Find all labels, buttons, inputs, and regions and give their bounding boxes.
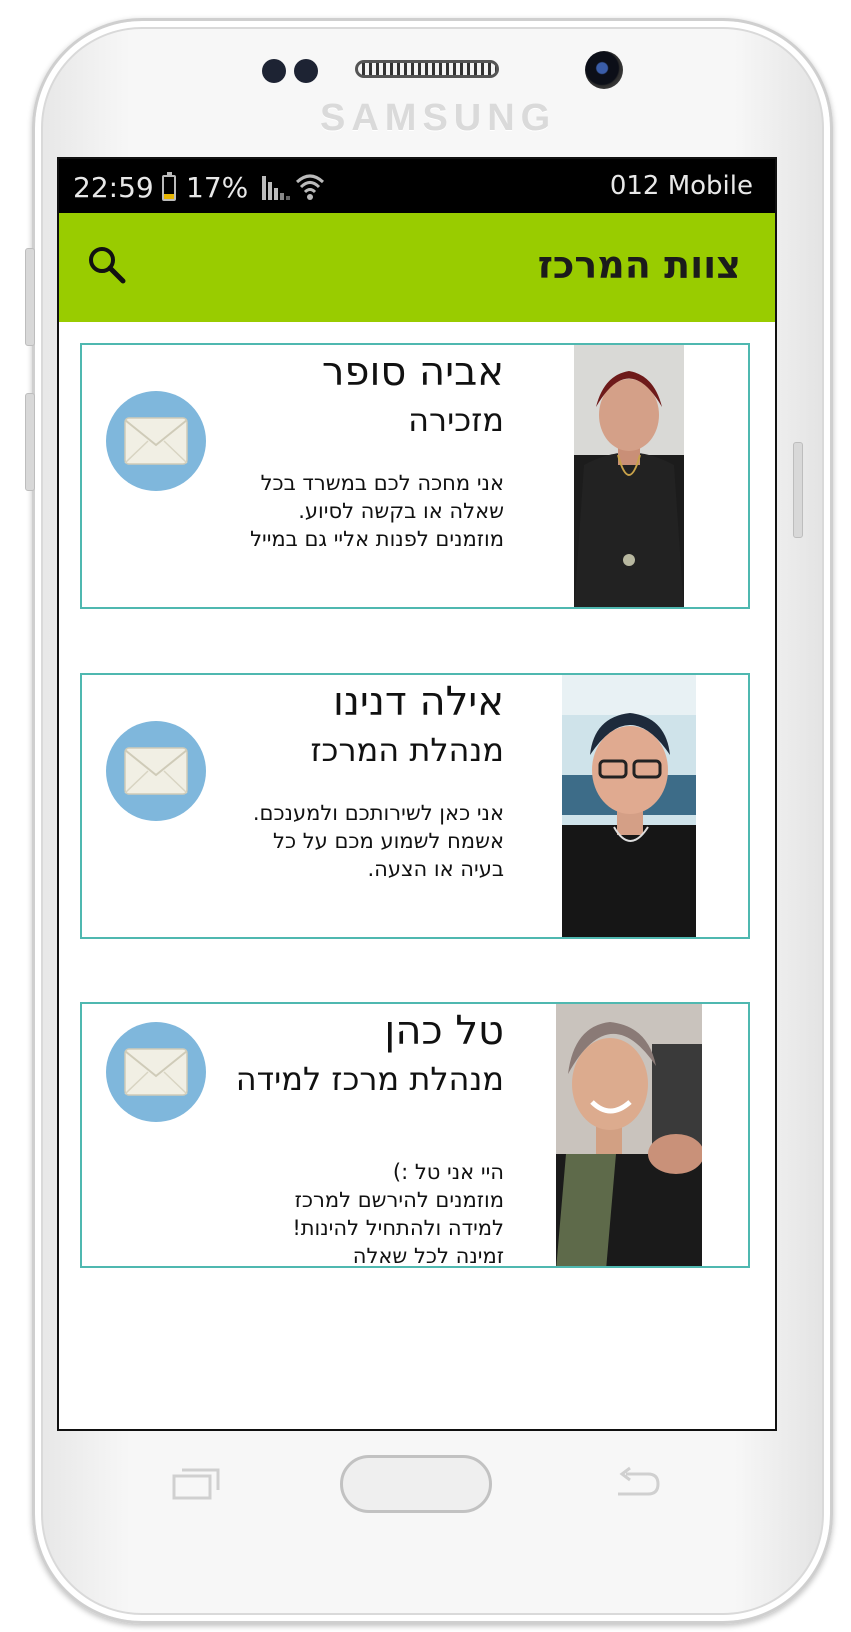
mail-icon (124, 417, 188, 465)
member-description: היי אני טל :) מוזמנים להירשם למרכז למידה… (292, 1160, 504, 1268)
member-role: מנהלת המרכז (310, 731, 504, 769)
email-button[interactable] (106, 391, 206, 491)
search-button[interactable] (83, 243, 131, 291)
front-camera-icon (585, 51, 623, 89)
battery-percentage: 17% (186, 171, 249, 204)
power-button (793, 442, 803, 538)
member-role: מנהלת מרכז למידה (235, 1060, 504, 1098)
search-icon (87, 245, 127, 289)
status-bar: 22:59 17% 012 Mobile (59, 159, 775, 213)
member-photo (574, 345, 684, 607)
volume-down-button (25, 393, 35, 491)
device-brand-logo: SAMSUNG (320, 97, 557, 139)
earpiece-speaker (355, 60, 499, 78)
member-role: מזכירה (408, 401, 504, 439)
sensor-icon (262, 59, 286, 83)
signal-icon (262, 174, 292, 207)
app-bar: צוות המרכז (59, 213, 775, 322)
team-member-card: טל כהן מנהלת מרכז למידה היי אני טל :) מו… (80, 1002, 750, 1268)
member-name: אביה סופר (321, 349, 504, 395)
member-name: טל כהן (384, 1008, 504, 1054)
team-member-card: אביה סופר מזכירה אני מחכה לכם במשרד בכל … (80, 343, 750, 609)
mail-icon (124, 747, 188, 795)
mail-icon (124, 1048, 188, 1096)
back-button[interactable] (612, 1466, 662, 1504)
recent-apps-icon (172, 1468, 220, 1500)
member-name: אילה דנינו (333, 679, 504, 725)
page-title: צוות המרכז (537, 243, 741, 287)
email-button[interactable] (106, 721, 206, 821)
volume-up-button (25, 248, 35, 346)
app-screen: 22:59 17% 012 Mobile צוות המרכז אביה סופ… (57, 157, 777, 1431)
member-description: אני כאן לשירותכם ולמענכם. אשמח לשמוע מכם… (252, 801, 504, 881)
email-button[interactable] (106, 1022, 206, 1122)
team-member-card: אילה דנינו מנהלת המרכז אני כאן לשירותכם … (80, 673, 750, 939)
status-time: 22:59 (73, 171, 154, 204)
sensor-icon (294, 59, 318, 83)
recent-apps-button[interactable] (172, 1466, 220, 1504)
wifi-icon (295, 172, 325, 209)
member-description: אני מחכה לכם במשרד בכל שאלה או בקשה לסיו… (250, 471, 504, 551)
battery-icon (162, 172, 176, 201)
carrier-name: 012 Mobile (609, 171, 753, 201)
member-photo (562, 675, 696, 937)
home-button[interactable] (340, 1455, 492, 1513)
member-photo (556, 1004, 702, 1266)
back-icon (618, 1466, 660, 1496)
